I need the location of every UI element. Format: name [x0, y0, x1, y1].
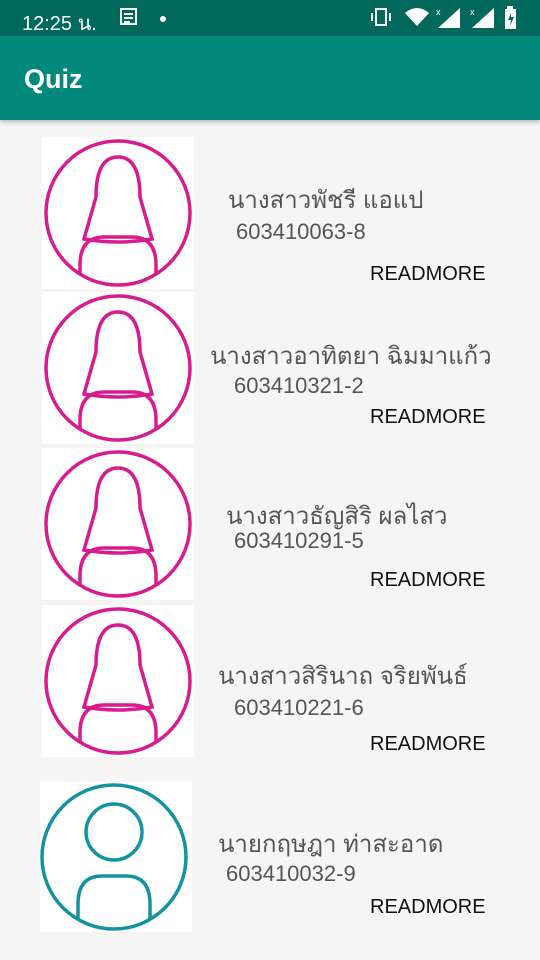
signal-icon: x	[468, 6, 496, 35]
student-name: นางสาวอาทิตยา ฉิมมาแก้ว	[210, 343, 492, 370]
svg-text:x: x	[436, 7, 441, 17]
student-id: 603410291-5	[234, 528, 364, 553]
student-id: 603410063-8	[236, 219, 366, 244]
readmore-button[interactable]: READMORE	[370, 733, 486, 756]
student-id: 603410032-9	[226, 861, 356, 886]
student-list: นางสาวพัชรี แอแป 603410063-8 READMORE นา…	[0, 120, 540, 960]
news-icon	[118, 6, 140, 33]
status-time: 12:25 น.	[22, 13, 97, 35]
female-avatar-icon	[42, 292, 194, 444]
readmore-button[interactable]: READMORE	[370, 896, 486, 919]
readmore-button[interactable]: READMORE	[370, 406, 486, 429]
female-avatar-icon	[42, 448, 194, 600]
signal-icon: x	[434, 6, 462, 35]
svg-text:x: x	[470, 7, 475, 17]
vibrate-icon	[368, 6, 394, 33]
student-id: 603410321-2	[234, 373, 364, 398]
student-id: 603410221-6	[234, 695, 364, 720]
student-name: นางสาวพัชรี แอแป	[228, 187, 424, 214]
wifi-icon	[404, 6, 430, 33]
battery-icon	[504, 6, 518, 35]
male-avatar-icon	[40, 782, 192, 932]
status-bar: 12:25 น. x x	[0, 0, 540, 36]
readmore-button[interactable]: READMORE	[370, 569, 486, 592]
female-avatar-icon	[42, 605, 194, 757]
app-title: Quiz	[24, 64, 83, 94]
dot-icon	[158, 10, 168, 28]
readmore-button[interactable]: READMORE	[370, 263, 486, 286]
student-name: นายกฤษฎา ท่าสะอาด	[218, 831, 444, 858]
female-avatar-icon	[42, 137, 194, 289]
student-name: นางสาวสิรินาถ จริยพันธ์	[218, 663, 468, 690]
app-bar: Quiz	[0, 36, 540, 120]
